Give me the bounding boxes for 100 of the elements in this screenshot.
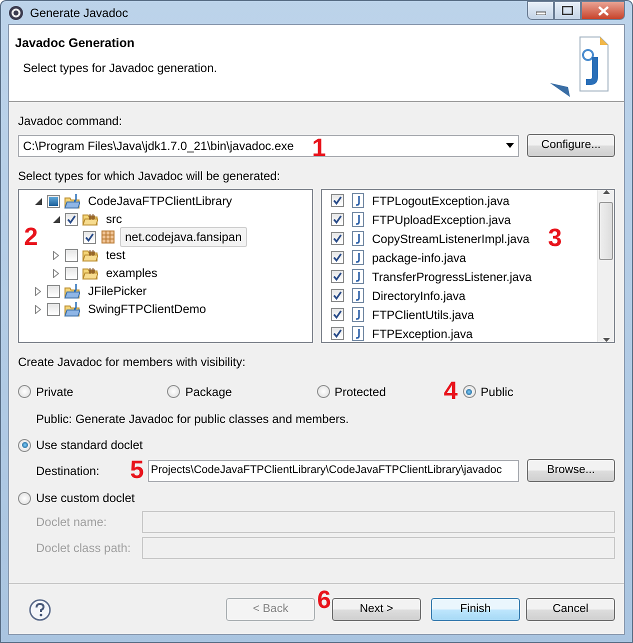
window-title: Generate Javadoc: [30, 4, 128, 22]
project-folder-icon: [64, 301, 80, 317]
java-file-icon: [352, 250, 364, 265]
collapsed-arrow-icon[interactable]: [53, 250, 59, 260]
check-icon: [333, 310, 342, 319]
file-item[interactable]: FTPLogoutException.java: [372, 192, 510, 210]
command-combo[interactable]: C:\Program Files\Java\jdk1.7.0_21\bin\javadoc.exe 1: [18, 134, 519, 156]
radio-button[interactable]: [316, 385, 330, 398]
checkbox[interactable]: [47, 302, 60, 316]
radio-button[interactable]: [18, 492, 31, 504]
file-item[interactable]: DirectoryInfo.java: [372, 286, 466, 304]
java-file-icon: [352, 212, 364, 227]
java-file-icon: [352, 269, 364, 284]
radio-label[interactable]: Use standard doclet: [36, 436, 143, 454]
source-folder-icon: [82, 211, 98, 227]
java-file-icon: [352, 307, 364, 322]
source-folder-icon: [82, 265, 98, 281]
check-icon: [333, 253, 342, 262]
java-file-icon: [352, 288, 364, 303]
section-label: Create Javadoc for members with visibility:: [18, 354, 246, 371]
annotation-number: 3: [548, 226, 562, 251]
check-icon: [333, 215, 342, 224]
check-icon: [333, 291, 342, 300]
tree-item[interactable]: SwingFTPClientDemo: [84, 300, 206, 318]
checkbox[interactable]: [331, 270, 344, 283]
tree-item[interactable]: test: [102, 246, 126, 264]
help-icon: [29, 598, 51, 620]
project-folder-icon: [64, 283, 80, 299]
collapsed-arrow-icon[interactable]: [35, 286, 41, 296]
tree-item[interactable]: CodeJavaFTPClientLibrary: [84, 192, 232, 210]
tree-item[interactable]: examples: [102, 264, 158, 282]
annotation-number: 6: [317, 588, 331, 613]
radio-label[interactable]: Private: [36, 382, 74, 400]
wizard-button[interactable]: Cancel: [526, 598, 615, 621]
collapsed-arrow-icon[interactable]: [53, 268, 59, 278]
check-icon: [333, 272, 342, 281]
project-folder-icon: [64, 193, 80, 209]
minimize-button[interactable]: [527, 1, 554, 20]
checkbox[interactable]: [331, 213, 344, 226]
scroll-down-icon[interactable]: [602, 338, 610, 342]
java-file-icon: [352, 231, 364, 246]
browse-button[interactable]: Browse...: [527, 459, 615, 482]
radio-button[interactable]: [18, 438, 31, 452]
checkbox[interactable]: [65, 266, 78, 280]
annotation-number: 2: [24, 225, 38, 250]
maximize-button[interactable]: [554, 1, 581, 20]
close-button[interactable]: [581, 1, 625, 20]
radio-button[interactable]: [167, 385, 180, 398]
configure-button[interactable]: Configure...: [527, 134, 615, 157]
checkbox[interactable]: [331, 251, 344, 264]
annotation-number: 4: [444, 379, 458, 404]
source-folder-icon: [82, 247, 98, 263]
tree-item[interactable]: JFilePicker: [84, 282, 147, 300]
check-icon: [333, 329, 342, 338]
annotation-number: 5: [130, 458, 144, 483]
page-message: Select types for Javadoc generation.: [23, 60, 218, 77]
java-file-icon: [352, 193, 364, 208]
collapsed-arrow-icon[interactable]: [35, 304, 41, 314]
checkbox[interactable]: [47, 284, 60, 298]
radio-button[interactable]: [18, 385, 31, 398]
field-label: Destination:: [36, 462, 100, 480]
radio-button[interactable]: [462, 385, 476, 398]
checkbox[interactable]: [331, 308, 344, 321]
checkbox[interactable]: [331, 289, 344, 302]
checkbox[interactable]: [331, 232, 344, 245]
close-icon: [598, 6, 608, 16]
field-label: Doclet class path:: [36, 540, 132, 557]
field-label: Javadoc command:: [18, 113, 124, 130]
file-item[interactable]: FTPUploadException.java: [372, 210, 511, 228]
field-label: Doclet name:: [36, 514, 108, 531]
file-item[interactable]: FTPException.java: [372, 324, 473, 342]
text-field[interactable]: [142, 537, 615, 559]
tree-item[interactable]: net.codejava.fansipan: [120, 227, 247, 247]
checkbox[interactable]: [65, 248, 78, 262]
checkbox[interactable]: [65, 212, 78, 226]
radio-label[interactable]: Public: [480, 382, 514, 400]
check-icon: [333, 234, 342, 243]
expanded-arrow-icon[interactable]: [52, 216, 60, 222]
radio-label[interactable]: Protected: [334, 382, 386, 400]
visibility-description: Public: Generate Javadoc for public classes and members.: [36, 411, 350, 428]
wizard-button[interactable]: Next >: [332, 598, 421, 621]
scrollbar[interactable]: [597, 190, 614, 342]
expanded-arrow-icon[interactable]: [34, 198, 42, 204]
scroll-up-icon[interactable]: [602, 190, 610, 194]
file-item[interactable]: FTPClientUtils.java: [372, 306, 474, 324]
help-button[interactable]: [29, 598, 51, 620]
text-field[interactable]: [142, 511, 615, 533]
file-item[interactable]: TransferProgressListener.java: [372, 268, 532, 286]
checkbox[interactable]: [331, 327, 344, 340]
radio-label[interactable]: Package: [185, 382, 232, 400]
wizard-button[interactable]: Finish: [431, 598, 520, 621]
tree-item[interactable]: src: [102, 210, 122, 228]
file-item[interactable]: CopyStreamListenerImpl.java: [372, 230, 530, 248]
radio-label[interactable]: Use custom doclet: [36, 489, 135, 507]
file-item[interactable]: package-info.java: [372, 248, 466, 266]
dropdown-arrow-icon: [506, 143, 514, 148]
destination-field[interactable]: Projects\CodeJavaFTPClientLibrary\CodeJavaFTPClientLibrary\javadoc: [148, 460, 519, 482]
checkbox[interactable]: [83, 230, 96, 244]
page-title: Javadoc Generation: [15, 35, 136, 52]
checkbox[interactable]: [331, 194, 344, 207]
